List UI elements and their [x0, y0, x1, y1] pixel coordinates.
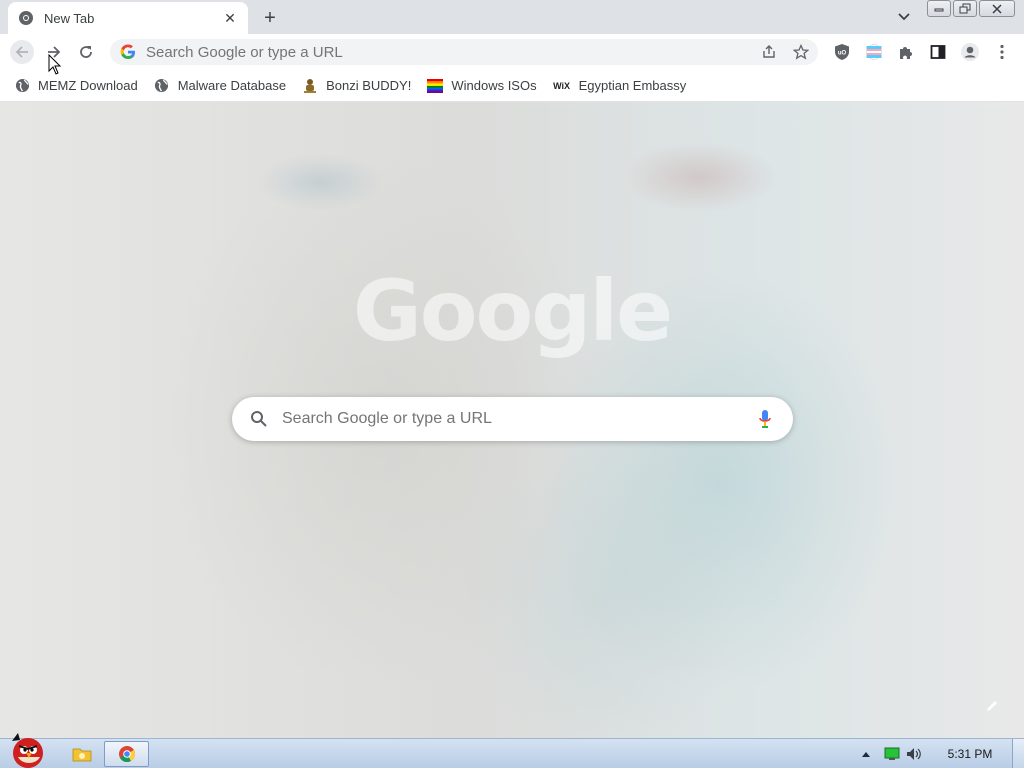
bookmark-label: Windows ISOs — [451, 78, 537, 93]
chrome-favicon-icon — [19, 11, 33, 25]
star-icon[interactable] — [792, 43, 810, 61]
close-icon — [992, 3, 1002, 14]
wix-icon-text: WiX — [553, 80, 571, 91]
tray-expand-icon[interactable] — [858, 743, 874, 765]
new-tab-button[interactable]: + — [258, 6, 282, 30]
chrome-taskbar-button[interactable] — [104, 741, 149, 767]
bookmarks-bar: MEMZ Download Malware Database Bonzi BUD… — [0, 70, 1024, 102]
share-icon[interactable] — [760, 43, 778, 61]
bookmark-memz-download[interactable]: MEMZ Download — [14, 74, 138, 98]
restore-icon — [959, 3, 971, 14]
rainbow-flag-icon — [427, 78, 444, 94]
ublock-icon[interactable]: uO — [830, 40, 854, 64]
omnibox-input[interactable] — [146, 43, 726, 61]
bonzi-icon — [302, 78, 318, 94]
window-close-button[interactable] — [979, 0, 1015, 17]
microphone-icon[interactable] — [755, 409, 775, 429]
bookmark-label: MEMZ Download — [38, 78, 138, 93]
bookmark-bonzi-buddy[interactable]: Bonzi BUDDY! — [302, 74, 411, 98]
network-tray-icon[interactable] — [882, 743, 902, 765]
bookmark-label: Bonzi BUDDY! — [326, 78, 412, 93]
omnibox[interactable] — [110, 39, 818, 65]
bookmark-windows-isos[interactable]: Windows ISOs — [427, 74, 537, 98]
minimize-button[interactable] — [927, 0, 951, 17]
svg-text:uO: uO — [838, 51, 847, 57]
customize-pencil-icon[interactable] — [982, 696, 1002, 716]
browser-toolbar: uO — [0, 34, 1024, 70]
back-icon[interactable] — [10, 40, 34, 64]
new-tab-page: Google — [0, 102, 1024, 738]
explorer-taskbar-icon[interactable] — [70, 741, 94, 767]
tab-new-tab[interactable]: New Tab ✕ — [8, 2, 248, 34]
wix-icon: WiX — [553, 78, 571, 94]
bookmark-egyptian-embassy[interactable]: WiX Egyptian Embassy — [553, 74, 687, 98]
tab-close-icon[interactable]: ✕ — [222, 10, 238, 26]
window-controls — [927, 0, 1015, 17]
tab-title: New Tab — [44, 10, 95, 26]
tab-search-icon[interactable] — [894, 7, 914, 27]
volume-tray-icon[interactable] — [904, 743, 926, 765]
ntp-search-box[interactable] — [232, 397, 793, 441]
search-icon — [251, 411, 267, 427]
chrome-icon — [118, 746, 135, 763]
restore-button[interactable] — [953, 0, 977, 17]
bookmark-label: Egyptian Embassy — [578, 78, 687, 93]
taskbar-clock[interactable]: 5:31 PM — [938, 739, 1002, 768]
google-g-icon — [120, 44, 135, 59]
reload-icon[interactable] — [74, 40, 98, 64]
start-button[interactable] — [4, 731, 50, 768]
kebab-icon[interactable] — [990, 40, 1014, 64]
taskbar: 5:31 PM — [0, 733, 1024, 768]
globe-icon — [154, 78, 170, 94]
profile-icon[interactable] — [958, 40, 982, 64]
ntp-search-input[interactable] — [282, 410, 722, 428]
show-desktop-button[interactable] — [1012, 739, 1024, 768]
globe-icon — [14, 78, 30, 94]
sidepanel-icon[interactable] — [926, 40, 950, 64]
angry-bird-icon — [12, 733, 43, 768]
bookmark-malware-database[interactable]: Malware Database — [154, 74, 286, 98]
mouse-cursor-icon — [48, 54, 62, 75]
minimize-icon — [934, 8, 944, 11]
tab-strip: New Tab ✕ + — [0, 0, 1024, 34]
flag-icon[interactable] — [862, 40, 886, 64]
puzzle-icon[interactable] — [894, 40, 918, 64]
google-logo: Google — [352, 262, 673, 360]
bookmark-label: Malware Database — [177, 78, 287, 93]
